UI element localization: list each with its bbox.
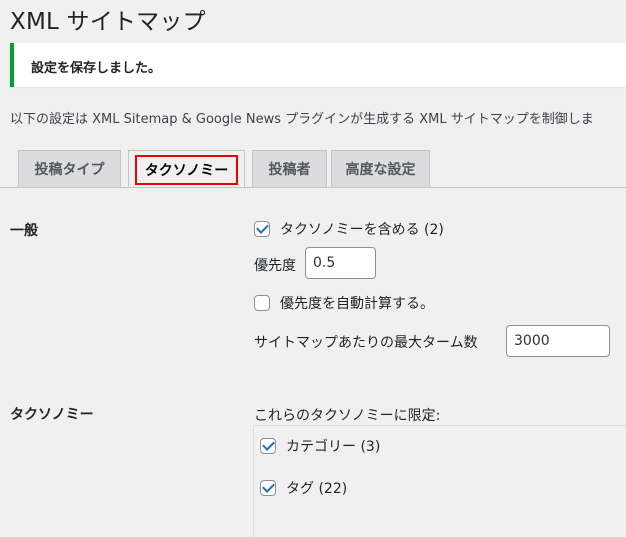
tag-checkbox[interactable] (260, 480, 276, 496)
max-terms-input[interactable]: 3000 (506, 325, 610, 357)
tab-taxonomies-label: タクソノミー (134, 154, 239, 185)
limit-taxonomies-label: これらのタクソノミーに限定: (254, 408, 441, 424)
tab-post-types-label: 投稿タイプ (34, 162, 105, 178)
auto-priority-label: 優先度を自動計算する。 (280, 296, 434, 312)
category-label: カテゴリー (3) (286, 439, 381, 455)
auto-priority-checkbox[interactable] (254, 295, 270, 311)
taxonomy-list: カテゴリー (3) タグ (22) (253, 425, 626, 537)
tab-authors-label: 投稿者 (268, 162, 311, 178)
category-checkbox[interactable] (260, 438, 276, 454)
include-taxonomies-checkbox[interactable] (254, 221, 270, 237)
tab-post-types[interactable]: 投稿タイプ (18, 150, 121, 187)
tab-taxonomies[interactable]: タクソノミー (128, 150, 245, 188)
intro-description: 以下の設定は XML Sitemap & Google News プラグインが生… (10, 112, 594, 127)
page-title: XML サイトマップ (10, 9, 206, 35)
tab-divider (0, 187, 626, 188)
tab-advanced[interactable]: 高度な設定 (331, 150, 430, 187)
taxonomies-section-label: タクソノミー (10, 407, 94, 423)
priority-input[interactable]: 0.5 (305, 247, 376, 279)
tag-label: タグ (22) (286, 481, 348, 497)
notice-text: 設定を保存しました。 (31, 61, 162, 76)
include-taxonomies-label: タクソノミーを含める (2) (280, 222, 444, 238)
priority-label: 優先度 (254, 258, 296, 274)
tab-advanced-label: 高度な設定 (345, 162, 416, 178)
tab-authors[interactable]: 投稿者 (252, 150, 327, 187)
success-notice: 設定を保存しました。 (10, 43, 626, 87)
max-terms-label: サイトマップあたりの最大ターム数 (254, 335, 478, 351)
general-section-label: 一般 (10, 223, 38, 239)
